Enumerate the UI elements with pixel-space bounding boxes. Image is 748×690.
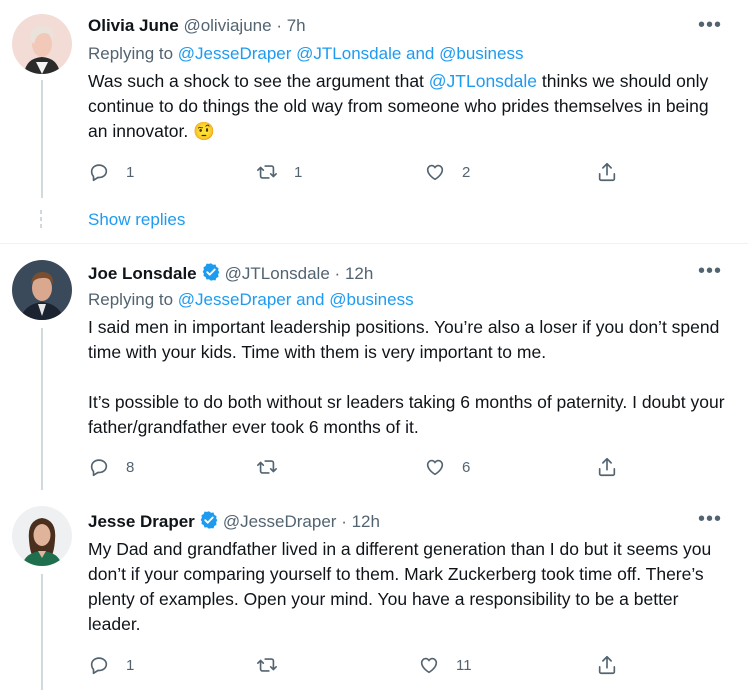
reply-icon <box>90 657 108 675</box>
retweet-button[interactable] <box>256 653 294 677</box>
reply-button[interactable]: 1 <box>88 160 134 184</box>
tweet-header: Joe Lonsdale @JTLonsdale · 12h <box>88 262 373 287</box>
tweet-paragraph: I said men in important leadership posit… <box>88 317 720 362</box>
retweet-button[interactable] <box>256 455 294 479</box>
tweet-actions: 1 1 2 <box>88 160 628 184</box>
replying-to-links[interactable]: @JesseDraper @JTLonsdale and @business <box>178 44 524 63</box>
reply-count: 1 <box>126 656 135 674</box>
more-icon[interactable]: ••• <box>698 15 721 40</box>
retweet-icon <box>257 460 277 474</box>
avatar-lonsdale[interactable] <box>12 260 72 320</box>
share-button[interactable] <box>596 455 618 479</box>
tweet-paragraph: It’s possible to do both without sr lead… <box>88 392 725 437</box>
thread-line <box>41 328 43 490</box>
thread-line <box>41 80 43 198</box>
like-count: 6 <box>462 458 471 476</box>
retweet-count: 1 <box>294 163 303 181</box>
share-icon <box>598 457 616 477</box>
retweet-icon <box>257 658 277 672</box>
author-handle[interactable]: @oliviajune <box>183 16 271 35</box>
replying-to-label: Replying to <box>88 290 174 309</box>
timestamp[interactable]: 12h <box>345 264 373 283</box>
tweet-lonsdale[interactable]: Joe Lonsdale @JTLonsdale · 12h ••• Replyi… <box>0 244 748 490</box>
like-count: 2 <box>462 163 471 181</box>
reply-count: 1 <box>126 163 135 181</box>
author-name[interactable]: Joe Lonsdale <box>88 264 197 283</box>
author-name[interactable]: Jesse Draper <box>88 512 195 531</box>
replying-to: Replying to @JesseDraper @JTLonsdale and… <box>88 44 523 64</box>
share-icon <box>598 162 616 182</box>
replying-to: Replying to @JesseDraper and @business <box>88 290 414 310</box>
like-button[interactable]: 6 <box>424 455 470 479</box>
tweet-olivia[interactable]: Olivia June @oliviajune · 7h ••• Replyin… <box>0 0 748 240</box>
retweet-icon <box>257 165 277 179</box>
share-icon <box>598 655 616 675</box>
avatar-olivia[interactable] <box>12 14 72 74</box>
like-icon <box>426 164 444 181</box>
separator-dot: · <box>334 264 341 283</box>
author-handle[interactable]: @JesseDraper <box>223 512 337 531</box>
more-icon[interactable]: ••• <box>698 261 721 286</box>
separator-dot: · <box>276 16 282 35</box>
show-replies-link[interactable]: Show replies <box>88 210 185 230</box>
author-name[interactable]: Olivia June <box>88 16 179 35</box>
retweet-button[interactable]: 1 <box>256 160 302 184</box>
replying-to-label: Replying to <box>88 44 174 63</box>
reply-button[interactable]: 1 <box>88 653 134 677</box>
thread-dots <box>40 210 43 231</box>
tweet-header: Jesse Draper @JesseDraper · 12h <box>88 510 380 535</box>
timestamp[interactable]: 7h <box>287 16 306 35</box>
replying-to-links[interactable]: @JesseDraper and @business <box>178 290 414 309</box>
tweet-actions: 8 6 <box>88 455 628 479</box>
reply-count: 8 <box>126 458 135 476</box>
like-button[interactable]: 2 <box>424 160 470 184</box>
share-button[interactable] <box>596 160 618 184</box>
avatar-draper[interactable] <box>12 506 72 566</box>
like-icon <box>420 657 438 674</box>
tweet-actions: 1 11 <box>88 653 628 677</box>
like-button[interactable]: 11 <box>418 653 472 677</box>
author-handle[interactable]: @JTLonsdale <box>225 264 330 283</box>
verified-badge-icon <box>201 262 221 287</box>
like-icon <box>426 459 444 476</box>
reply-button[interactable]: 8 <box>88 455 134 479</box>
mention-link[interactable]: @JTLonsdale <box>429 71 537 91</box>
timestamp[interactable]: 12h <box>352 512 380 531</box>
like-count: 11 <box>456 656 472 674</box>
share-button[interactable] <box>596 653 618 677</box>
more-icon[interactable]: ••• <box>698 509 721 534</box>
tweet-text-part: Was such a shock to see the argument tha… <box>88 71 429 91</box>
reply-icon <box>90 164 108 182</box>
tweet-header: Olivia June @oliviajune · 7h <box>88 16 306 36</box>
verified-badge-icon <box>199 510 219 535</box>
tweet-draper[interactable]: Jesse Draper @JesseDraper · 12h ••• My Da… <box>0 490 748 690</box>
tweet-text: I said men in important leadership posit… <box>88 315 728 440</box>
tweet-text: My Dad and grandfather lived in a differ… <box>88 539 712 634</box>
separator-dot: · <box>341 512 347 531</box>
thread-line <box>41 574 43 690</box>
reply-icon <box>90 459 108 477</box>
tweet-text: Was such a shock to see the argument tha… <box>88 69 728 144</box>
